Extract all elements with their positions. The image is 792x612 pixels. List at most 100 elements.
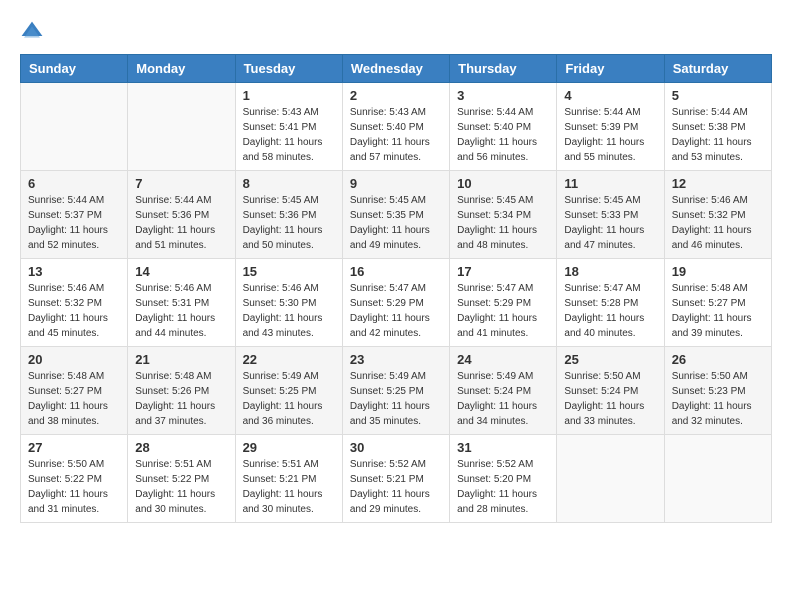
calendar-cell: 18 Sunrise: 5:47 AMSunset: 5:28 PMDaylig…	[557, 259, 664, 347]
day-number: 28	[135, 440, 227, 455]
day-number: 7	[135, 176, 227, 191]
calendar-cell: 4 Sunrise: 5:44 AMSunset: 5:39 PMDayligh…	[557, 83, 664, 171]
day-number: 15	[243, 264, 335, 279]
day-info: Sunrise: 5:43 AMSunset: 5:40 PMDaylight:…	[350, 107, 430, 163]
day-number: 29	[243, 440, 335, 455]
calendar-table: SundayMondayTuesdayWednesdayThursdayFrid…	[20, 54, 772, 523]
day-number: 26	[672, 352, 764, 367]
day-number: 2	[350, 88, 442, 103]
calendar-cell: 8 Sunrise: 5:45 AMSunset: 5:36 PMDayligh…	[235, 171, 342, 259]
day-number: 16	[350, 264, 442, 279]
day-number: 30	[350, 440, 442, 455]
day-info: Sunrise: 5:44 AMSunset: 5:37 PMDaylight:…	[28, 195, 108, 251]
calendar-cell: 10 Sunrise: 5:45 AMSunset: 5:34 PMDaylig…	[450, 171, 557, 259]
calendar-cell: 19 Sunrise: 5:48 AMSunset: 5:27 PMDaylig…	[664, 259, 771, 347]
calendar-week-row: 13 Sunrise: 5:46 AMSunset: 5:32 PMDaylig…	[21, 259, 772, 347]
day-number: 10	[457, 176, 549, 191]
calendar-day-header: Saturday	[664, 55, 771, 83]
calendar-cell: 28 Sunrise: 5:51 AMSunset: 5:22 PMDaylig…	[128, 435, 235, 523]
day-info: Sunrise: 5:49 AMSunset: 5:25 PMDaylight:…	[243, 371, 323, 427]
calendar-cell: 23 Sunrise: 5:49 AMSunset: 5:25 PMDaylig…	[342, 347, 449, 435]
day-info: Sunrise: 5:50 AMSunset: 5:22 PMDaylight:…	[28, 459, 108, 515]
calendar-cell: 5 Sunrise: 5:44 AMSunset: 5:38 PMDayligh…	[664, 83, 771, 171]
calendar-cell: 17 Sunrise: 5:47 AMSunset: 5:29 PMDaylig…	[450, 259, 557, 347]
calendar-week-row: 6 Sunrise: 5:44 AMSunset: 5:37 PMDayligh…	[21, 171, 772, 259]
calendar-cell	[557, 435, 664, 523]
day-info: Sunrise: 5:47 AMSunset: 5:29 PMDaylight:…	[457, 283, 537, 339]
day-number: 24	[457, 352, 549, 367]
calendar-header-row: SundayMondayTuesdayWednesdayThursdayFrid…	[21, 55, 772, 83]
calendar-cell: 1 Sunrise: 5:43 AMSunset: 5:41 PMDayligh…	[235, 83, 342, 171]
day-info: Sunrise: 5:49 AMSunset: 5:24 PMDaylight:…	[457, 371, 537, 427]
calendar-cell: 29 Sunrise: 5:51 AMSunset: 5:21 PMDaylig…	[235, 435, 342, 523]
day-info: Sunrise: 5:46 AMSunset: 5:31 PMDaylight:…	[135, 283, 215, 339]
day-info: Sunrise: 5:51 AMSunset: 5:22 PMDaylight:…	[135, 459, 215, 515]
day-number: 25	[564, 352, 656, 367]
day-number: 1	[243, 88, 335, 103]
day-number: 9	[350, 176, 442, 191]
day-number: 8	[243, 176, 335, 191]
calendar-day-header: Wednesday	[342, 55, 449, 83]
day-number: 3	[457, 88, 549, 103]
day-info: Sunrise: 5:45 AMSunset: 5:33 PMDaylight:…	[564, 195, 644, 251]
day-info: Sunrise: 5:49 AMSunset: 5:25 PMDaylight:…	[350, 371, 430, 427]
day-info: Sunrise: 5:50 AMSunset: 5:24 PMDaylight:…	[564, 371, 644, 427]
calendar-cell: 14 Sunrise: 5:46 AMSunset: 5:31 PMDaylig…	[128, 259, 235, 347]
calendar-cell: 22 Sunrise: 5:49 AMSunset: 5:25 PMDaylig…	[235, 347, 342, 435]
calendar-cell: 6 Sunrise: 5:44 AMSunset: 5:37 PMDayligh…	[21, 171, 128, 259]
day-info: Sunrise: 5:46 AMSunset: 5:32 PMDaylight:…	[28, 283, 108, 339]
day-info: Sunrise: 5:48 AMSunset: 5:27 PMDaylight:…	[672, 283, 752, 339]
day-number: 22	[243, 352, 335, 367]
calendar-week-row: 20 Sunrise: 5:48 AMSunset: 5:27 PMDaylig…	[21, 347, 772, 435]
calendar-cell: 15 Sunrise: 5:46 AMSunset: 5:30 PMDaylig…	[235, 259, 342, 347]
logo	[20, 20, 48, 44]
calendar-cell: 24 Sunrise: 5:49 AMSunset: 5:24 PMDaylig…	[450, 347, 557, 435]
calendar-cell: 21 Sunrise: 5:48 AMSunset: 5:26 PMDaylig…	[128, 347, 235, 435]
day-number: 17	[457, 264, 549, 279]
day-info: Sunrise: 5:44 AMSunset: 5:38 PMDaylight:…	[672, 107, 752, 163]
day-number: 5	[672, 88, 764, 103]
day-number: 18	[564, 264, 656, 279]
day-info: Sunrise: 5:47 AMSunset: 5:28 PMDaylight:…	[564, 283, 644, 339]
calendar-day-header: Sunday	[21, 55, 128, 83]
calendar-cell	[21, 83, 128, 171]
calendar-cell: 11 Sunrise: 5:45 AMSunset: 5:33 PMDaylig…	[557, 171, 664, 259]
calendar-cell: 27 Sunrise: 5:50 AMSunset: 5:22 PMDaylig…	[21, 435, 128, 523]
day-number: 13	[28, 264, 120, 279]
day-info: Sunrise: 5:45 AMSunset: 5:35 PMDaylight:…	[350, 195, 430, 251]
calendar-day-header: Tuesday	[235, 55, 342, 83]
day-info: Sunrise: 5:43 AMSunset: 5:41 PMDaylight:…	[243, 107, 323, 163]
calendar-cell: 26 Sunrise: 5:50 AMSunset: 5:23 PMDaylig…	[664, 347, 771, 435]
day-info: Sunrise: 5:48 AMSunset: 5:26 PMDaylight:…	[135, 371, 215, 427]
calendar-cell: 20 Sunrise: 5:48 AMSunset: 5:27 PMDaylig…	[21, 347, 128, 435]
day-number: 11	[564, 176, 656, 191]
day-info: Sunrise: 5:48 AMSunset: 5:27 PMDaylight:…	[28, 371, 108, 427]
day-number: 27	[28, 440, 120, 455]
day-number: 31	[457, 440, 549, 455]
day-number: 19	[672, 264, 764, 279]
day-info: Sunrise: 5:47 AMSunset: 5:29 PMDaylight:…	[350, 283, 430, 339]
calendar-cell	[128, 83, 235, 171]
calendar-week-row: 1 Sunrise: 5:43 AMSunset: 5:41 PMDayligh…	[21, 83, 772, 171]
day-number: 23	[350, 352, 442, 367]
calendar-cell: 12 Sunrise: 5:46 AMSunset: 5:32 PMDaylig…	[664, 171, 771, 259]
day-info: Sunrise: 5:45 AMSunset: 5:36 PMDaylight:…	[243, 195, 323, 251]
calendar-cell: 16 Sunrise: 5:47 AMSunset: 5:29 PMDaylig…	[342, 259, 449, 347]
calendar-day-header: Thursday	[450, 55, 557, 83]
day-info: Sunrise: 5:50 AMSunset: 5:23 PMDaylight:…	[672, 371, 752, 427]
day-info: Sunrise: 5:44 AMSunset: 5:40 PMDaylight:…	[457, 107, 537, 163]
day-info: Sunrise: 5:45 AMSunset: 5:34 PMDaylight:…	[457, 195, 537, 251]
calendar-cell: 3 Sunrise: 5:44 AMSunset: 5:40 PMDayligh…	[450, 83, 557, 171]
calendar-cell: 31 Sunrise: 5:52 AMSunset: 5:20 PMDaylig…	[450, 435, 557, 523]
calendar-cell: 30 Sunrise: 5:52 AMSunset: 5:21 PMDaylig…	[342, 435, 449, 523]
calendar-cell: 2 Sunrise: 5:43 AMSunset: 5:40 PMDayligh…	[342, 83, 449, 171]
calendar-cell	[664, 435, 771, 523]
day-info: Sunrise: 5:44 AMSunset: 5:36 PMDaylight:…	[135, 195, 215, 251]
day-number: 4	[564, 88, 656, 103]
day-number: 12	[672, 176, 764, 191]
calendar-cell: 9 Sunrise: 5:45 AMSunset: 5:35 PMDayligh…	[342, 171, 449, 259]
day-number: 14	[135, 264, 227, 279]
day-number: 6	[28, 176, 120, 191]
calendar-cell: 13 Sunrise: 5:46 AMSunset: 5:32 PMDaylig…	[21, 259, 128, 347]
day-number: 20	[28, 352, 120, 367]
